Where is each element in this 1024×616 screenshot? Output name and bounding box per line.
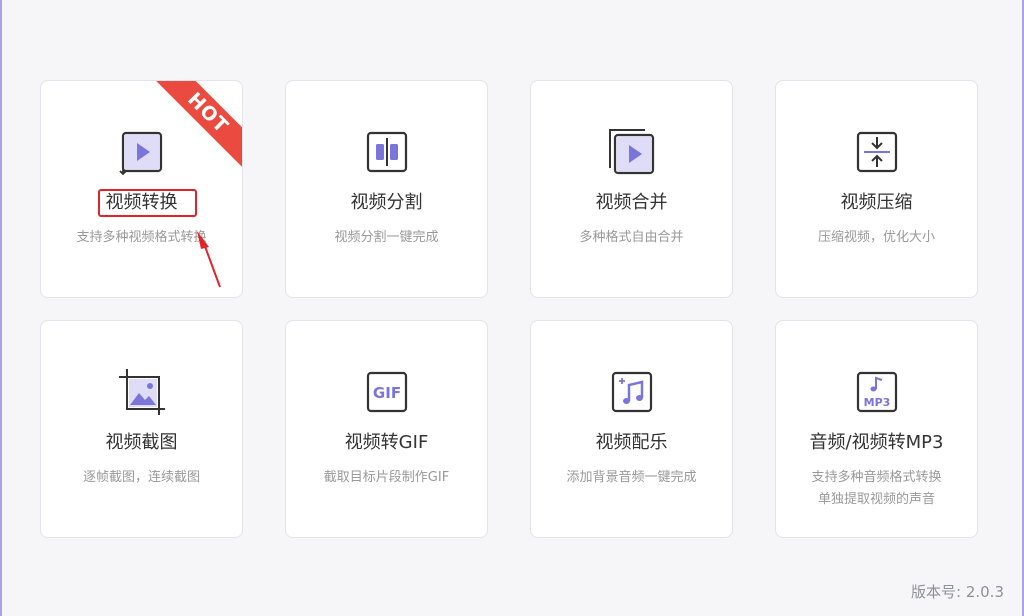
card-description: 视频分割一键完成 (334, 230, 439, 245)
red-arrow-icon (197, 231, 221, 288)
card-video-music[interactable]: 视频配乐 添加背景音频一键完成 (530, 320, 733, 538)
card-video-compress[interactable]: 视频压缩 压缩视频，优化大小 (775, 80, 978, 298)
card-video-split[interactable]: 视频分割 视频分割一键完成 (285, 80, 488, 298)
card-video-screenshot[interactable]: 视频截图 逐帧截图，连续截图 (40, 320, 243, 538)
card-title: 视频压缩 (840, 192, 913, 213)
card-description: 截取目标片段制作GIF (323, 470, 450, 485)
card-title: 音频/视频转MP3 (809, 432, 944, 453)
highlight-box (98, 189, 197, 217)
card-description: 压缩视频，优化大小 (817, 230, 935, 245)
svg-text:GIF: GIF (372, 384, 400, 402)
window-left-edge (0, 0, 2, 616)
svg-text:MP3: MP3 (863, 396, 890, 409)
card-title: 视频合并 (595, 192, 668, 213)
audio-video-to-mp3-icon: MP3 (852, 367, 902, 417)
card-video-convert[interactable]: HOT 视频转换 支持多种视频格式转换 (40, 80, 243, 298)
card-title: 视频配乐 (595, 432, 668, 453)
version-label: 版本号: 2.0.3 (911, 583, 1004, 601)
card-description: 多种格式自由合并 (579, 230, 684, 245)
video-to-gif-icon: GIF (362, 367, 412, 417)
card-audio-video-to-mp3[interactable]: MP3 音频/视频转MP3 支持多种音频格式转换 单独提取视频的声音 (775, 320, 978, 538)
video-merge-icon (607, 127, 657, 177)
card-title: 视频截图 (105, 432, 178, 453)
video-split-icon (362, 127, 412, 177)
card-video-merge[interactable]: 视频合并 多种格式自由合并 (530, 80, 733, 298)
card-description: 逐帧截图，连续截图 (82, 470, 200, 485)
video-compress-icon (852, 127, 902, 177)
card-video-to-gif[interactable]: GIF 视频转GIF 截取目标片段制作GIF (285, 320, 488, 538)
video-convert-icon (117, 127, 167, 177)
card-title: 视频分割 (350, 192, 423, 213)
card-title: 视频转GIF (344, 432, 429, 453)
hot-badge: HOT (154, 81, 242, 167)
card-description: 支持多种音频格式转换 单独提取视频的声音 (811, 470, 942, 507)
video-screenshot-icon (117, 367, 167, 417)
video-music-icon (607, 367, 657, 417)
card-description: 添加背景音频一键完成 (566, 470, 697, 485)
